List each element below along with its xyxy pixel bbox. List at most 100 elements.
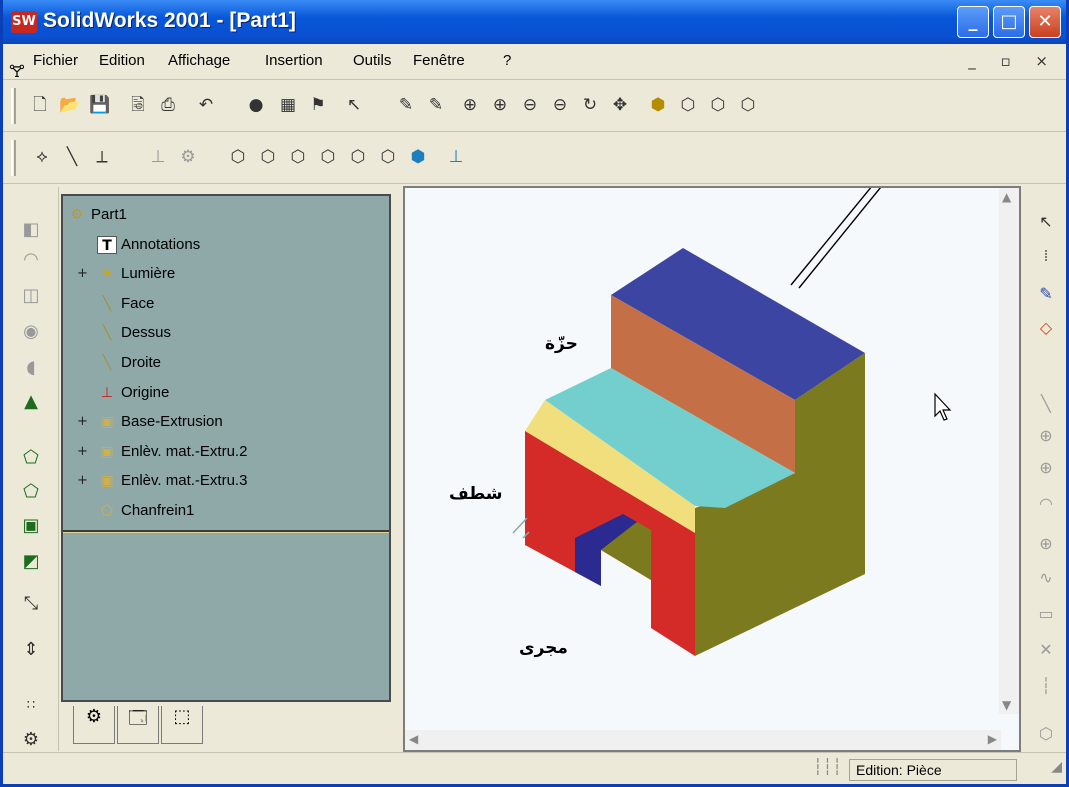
shell-icon[interactable]: ▣ bbox=[18, 513, 44, 539]
centerline-icon[interactable]: ┆ bbox=[1033, 673, 1059, 699]
tree-item[interactable]: Part1 bbox=[91, 206, 127, 223]
tree-expand-toggle[interactable]: + bbox=[77, 444, 88, 459]
trim-icon[interactable]: ✕ bbox=[1033, 637, 1059, 663]
print-icon[interactable]: ⎙ bbox=[155, 92, 181, 118]
centerpoint-arc-icon[interactable]: ⊕ bbox=[1033, 455, 1059, 481]
resize-grip-icon[interactable]: ◢ bbox=[1051, 759, 1062, 775]
tree-item[interactable]: Dessus bbox=[121, 324, 171, 341]
help-pointer-icon[interactable]: ↖ bbox=[341, 92, 367, 118]
hole-wizard-icon[interactable]: ⤡ bbox=[18, 591, 44, 617]
grid-icon[interactable]: ⁞ bbox=[1033, 243, 1059, 269]
relation-icon[interactable]: ⊥ bbox=[145, 144, 171, 170]
tree-expand-toggle[interactable]: + bbox=[77, 266, 88, 281]
tree-item[interactable]: Origine bbox=[121, 384, 169, 401]
tab-feature-manager[interactable]: ⚙ bbox=[73, 706, 115, 744]
minimize-button[interactable]: _ bbox=[957, 6, 989, 38]
title-bar[interactable]: SW SolidWorks 2001 - [Part1] _ □ ✕ bbox=[3, 0, 1066, 44]
chamfer-tool-icon[interactable]: ⬠ bbox=[18, 479, 44, 505]
menu-affichage[interactable]: Affichage bbox=[168, 52, 230, 69]
3d-sketch-icon[interactable]: ⬡ bbox=[1033, 721, 1059, 747]
extrude-boss-icon[interactable]: ◧ bbox=[18, 217, 44, 243]
zoom-fit-icon[interactable]: ⊕ bbox=[457, 92, 483, 118]
menu-fenetre[interactable]: Fenêtre bbox=[413, 52, 465, 69]
left-view-icon[interactable]: ⬡ bbox=[285, 144, 311, 170]
pan-icon[interactable]: ✥ bbox=[607, 92, 633, 118]
tree-item[interactable]: Enlèv. mat.-Extru.2 bbox=[121, 443, 247, 460]
horizontal-scrollbar[interactable]: ◀ ▶ bbox=[405, 730, 1001, 750]
scroll-left-icon[interactable]: ◀ bbox=[409, 732, 418, 746]
menu-fichier[interactable]: Fichier bbox=[33, 52, 78, 69]
tree-item[interactable]: Droite bbox=[121, 354, 161, 371]
rotate-icon[interactable]: ↻ bbox=[577, 92, 603, 118]
tree-item[interactable]: Chanfrein1 bbox=[121, 502, 194, 519]
tangent-arc-icon[interactable]: ◠ bbox=[1033, 491, 1059, 517]
mdi-window-buttons[interactable]: _ ▫ × bbox=[968, 52, 1058, 70]
menu-outils[interactable]: Outils bbox=[353, 52, 391, 69]
select-pointer-icon[interactable]: ↖ bbox=[1033, 209, 1059, 235]
line-icon[interactable]: ╲ bbox=[59, 144, 85, 170]
shaded-view-icon[interactable]: ⬢ bbox=[645, 92, 671, 118]
point-icon[interactable]: ⊕ bbox=[1033, 531, 1059, 557]
revolve-boss-icon[interactable]: ◠ bbox=[18, 247, 44, 273]
undo-icon[interactable]: ↶ bbox=[193, 92, 219, 118]
new-icon[interactable]: 🗋 bbox=[27, 92, 53, 118]
cut-icon[interactable]: ◖ bbox=[18, 355, 44, 381]
scroll-right-icon[interactable]: ▶ bbox=[988, 732, 997, 746]
right-view-icon[interactable]: ⬡ bbox=[315, 144, 341, 170]
select-filter-icon[interactable]: ✎ bbox=[423, 92, 449, 118]
tree-item[interactable]: Enlèv. mat.-Extru.3 bbox=[121, 472, 247, 489]
repair-icon[interactable]: ⚙ bbox=[175, 144, 201, 170]
wireframe-icon[interactable]: ⬡ bbox=[735, 92, 761, 118]
scroll-down-icon[interactable]: ▼ bbox=[1002, 698, 1011, 712]
tree-expand-toggle[interactable]: + bbox=[77, 414, 88, 429]
tab-property-manager[interactable]: 🗔 bbox=[117, 706, 159, 744]
sketch-pencil-icon[interactable]: ✎ bbox=[1033, 281, 1059, 307]
tree-item[interactable]: Lumière bbox=[121, 265, 175, 282]
loft-icon[interactable]: ◉ bbox=[18, 319, 44, 345]
bottom-view-icon[interactable]: ⬡ bbox=[375, 144, 401, 170]
circular-pattern-icon[interactable]: ⚙ bbox=[18, 727, 44, 753]
select-icon[interactable]: ✎ bbox=[393, 92, 419, 118]
hidden-gray-icon[interactable]: ⬡ bbox=[705, 92, 731, 118]
tree-item[interactable]: Annotations bbox=[121, 236, 200, 253]
tab-configuration-manager[interactable]: ⬚ bbox=[161, 706, 203, 744]
menu-edition[interactable]: Edition bbox=[99, 52, 145, 69]
back-view-icon[interactable]: ⬡ bbox=[255, 144, 281, 170]
linear-pattern-icon[interactable]: ∷ bbox=[18, 693, 44, 719]
mirror-icon[interactable]: ⇕ bbox=[18, 637, 44, 663]
front-view-icon[interactable]: ⬡ bbox=[225, 144, 251, 170]
draft-icon[interactable]: ▲ bbox=[18, 389, 44, 415]
tree-item[interactable]: Face bbox=[121, 295, 154, 312]
print-preview-icon[interactable]: 🗟 bbox=[125, 92, 151, 118]
sweep-icon[interactable]: ◫ bbox=[18, 283, 44, 309]
top-view-icon[interactable]: ⬡ bbox=[345, 144, 371, 170]
normal-to-icon[interactable]: ⊥ bbox=[443, 144, 469, 170]
toolbar-grip[interactable] bbox=[11, 88, 16, 124]
zoom-selection-icon[interactable]: ⊖ bbox=[547, 92, 573, 118]
menu-help[interactable]: ? bbox=[503, 52, 511, 69]
rectangle-icon[interactable]: ▭ bbox=[1033, 601, 1059, 627]
spline-icon[interactable]: ∿ bbox=[1033, 565, 1059, 591]
tree-item[interactable]: Base-Extrusion bbox=[121, 413, 223, 430]
isometric-view-icon[interactable]: ⬢ bbox=[405, 144, 431, 170]
maximize-button[interactable]: □ bbox=[993, 6, 1025, 38]
close-button[interactable]: ✕ bbox=[1029, 6, 1061, 38]
fillet-icon[interactable]: ⬠ bbox=[18, 445, 44, 471]
smart-dimension-icon[interactable]: ⟂ bbox=[89, 144, 115, 170]
tree-expand-toggle[interactable]: + bbox=[77, 473, 88, 488]
options-icon[interactable]: ⚑ bbox=[305, 92, 331, 118]
line-tool-icon[interactable]: ╲ bbox=[1033, 391, 1059, 417]
rollback-bar[interactable] bbox=[63, 530, 389, 533]
open-icon[interactable]: 📂 bbox=[57, 92, 83, 118]
vertical-scrollbar[interactable]: ▲ ▼ bbox=[999, 188, 1019, 714]
traffic-light-icon[interactable]: ● bbox=[243, 92, 269, 118]
graphics-area[interactable]: ▲ ▼ ◀ ▶ حزّة شطف مجرى bbox=[403, 186, 1021, 752]
toolbar-grip[interactable] bbox=[11, 140, 16, 176]
scroll-up-icon[interactable]: ▲ bbox=[1002, 190, 1011, 204]
circle-icon[interactable]: ⊕ bbox=[1033, 423, 1059, 449]
hidden-lines-icon[interactable]: ⬡ bbox=[675, 92, 701, 118]
smart-dimension-icon[interactable]: ◇ bbox=[1033, 315, 1059, 341]
zoom-window-icon[interactable]: ⊕ bbox=[487, 92, 513, 118]
zoom-in-out-icon[interactable]: ⊖ bbox=[517, 92, 543, 118]
rib-icon[interactable]: ◩ bbox=[18, 549, 44, 575]
